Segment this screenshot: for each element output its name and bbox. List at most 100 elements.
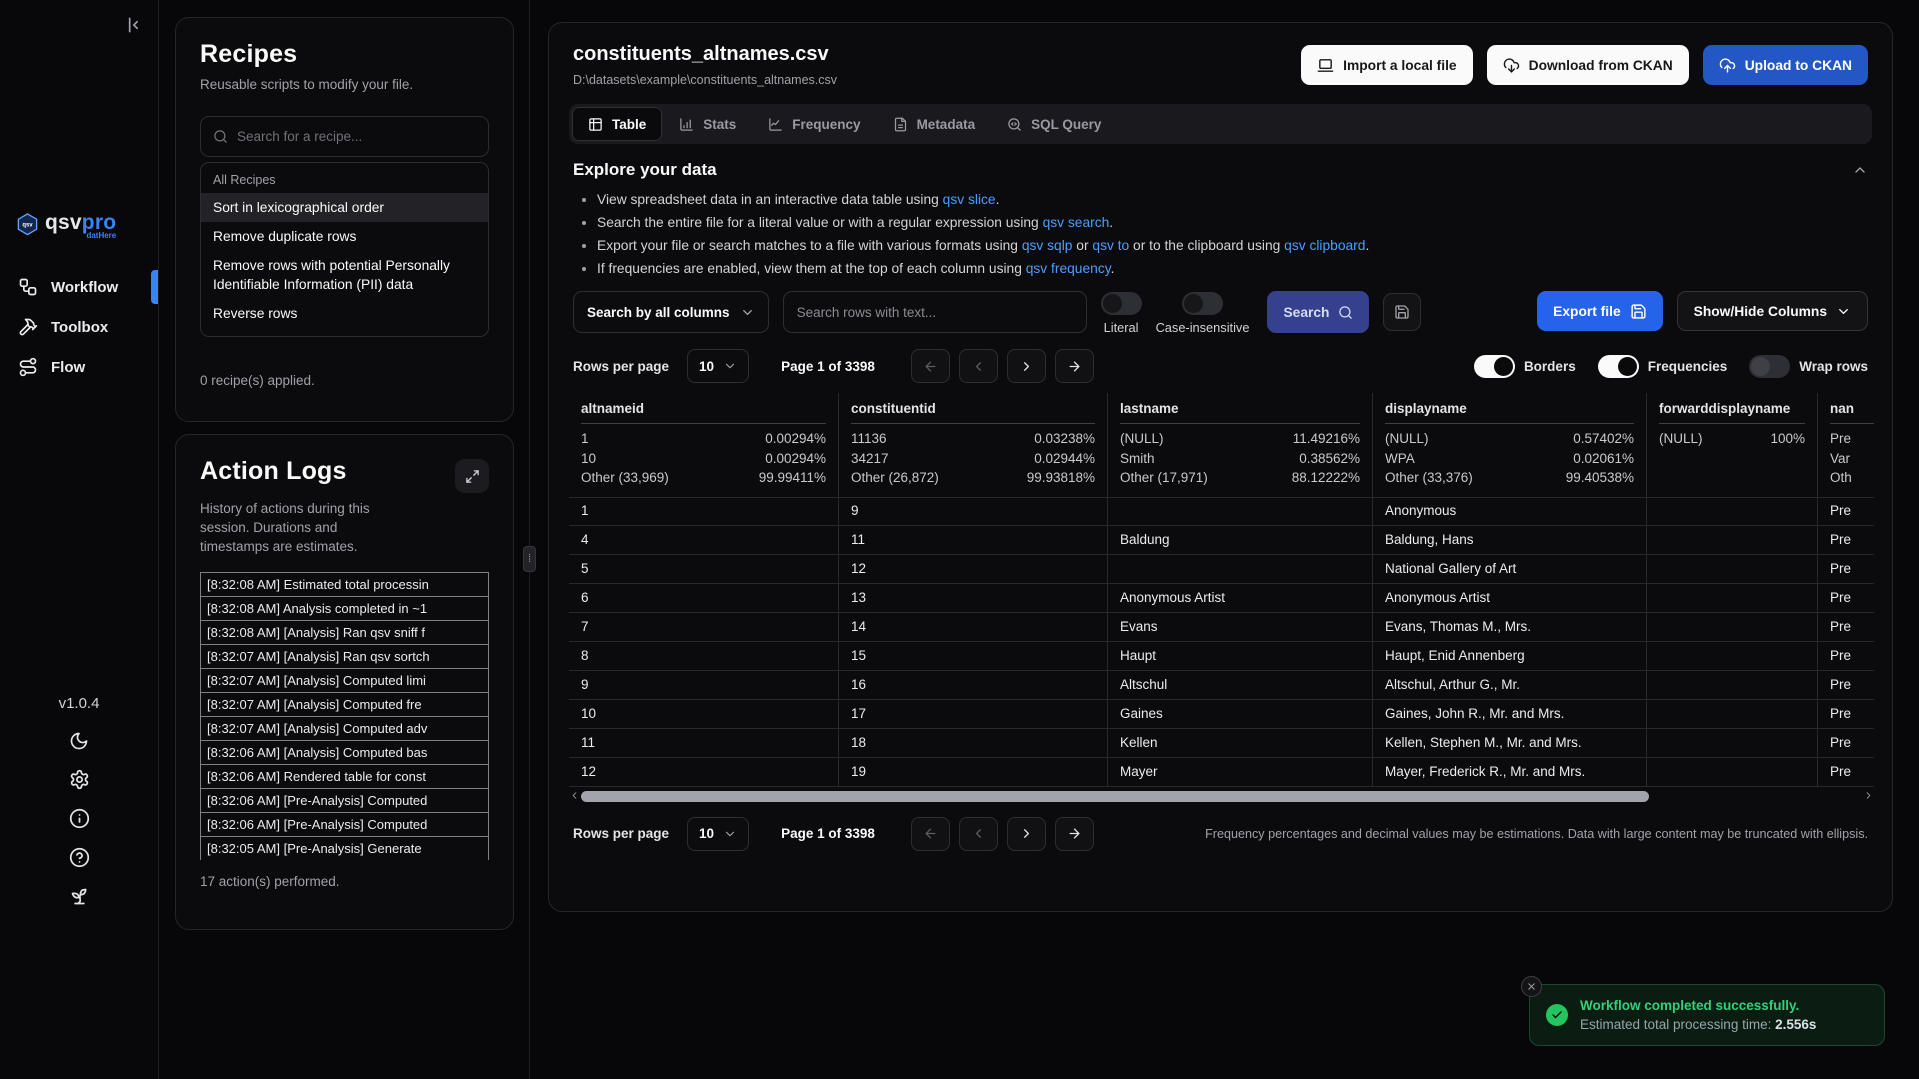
column-header-altnameid[interactable]: altnameid bbox=[569, 393, 839, 424]
recipe-search-input[interactable] bbox=[237, 129, 476, 144]
sprout-button[interactable] bbox=[69, 886, 90, 907]
panel-collapse-icon bbox=[123, 15, 143, 35]
sidebar-item-workflow[interactable]: Workflow bbox=[0, 267, 158, 307]
doc-link[interactable]: qsv slice bbox=[943, 192, 996, 207]
log-entry: [8:32:07 AM] [Analysis] Ran qsv sortch bbox=[200, 644, 489, 669]
rows-per-page-select[interactable]: 10 bbox=[687, 817, 749, 851]
export-file-button[interactable]: Export file bbox=[1537, 291, 1662, 331]
collapse-section-button[interactable] bbox=[1852, 162, 1868, 178]
rows-per-page-select[interactable]: 10 bbox=[687, 349, 749, 383]
table-row[interactable]: 815HauptHaupt, Enid AnnenbergPre bbox=[569, 642, 1874, 671]
tab-frequency[interactable]: Frequency bbox=[753, 107, 875, 141]
import-local-file-button[interactable]: Import a local file bbox=[1301, 45, 1472, 85]
sidebar-item-toolbox[interactable]: Toolbox bbox=[0, 307, 158, 347]
tab-sql-query[interactable]: SQL Query bbox=[992, 107, 1116, 141]
recipes-title: Recipes bbox=[200, 40, 489, 69]
explore-bullet: If frequencies are enabled, view them at… bbox=[597, 261, 1868, 277]
info-button[interactable] bbox=[69, 808, 90, 829]
toast-close-button[interactable] bbox=[1521, 976, 1542, 997]
laptop-icon bbox=[1317, 57, 1334, 74]
table-cell: Kellen bbox=[1108, 729, 1373, 757]
help-button[interactable] bbox=[69, 847, 90, 868]
table-cell bbox=[1108, 555, 1373, 583]
next-page-button[interactable] bbox=[1007, 817, 1046, 851]
gear-icon bbox=[69, 769, 90, 790]
upload-to-ckan-button[interactable]: Upload to CKAN bbox=[1703, 45, 1868, 85]
table-row[interactable]: 1017GainesGaines, John R., Mr. and Mrs.P… bbox=[569, 700, 1874, 729]
table-cell: Altschul, Arthur G., Mr. bbox=[1373, 671, 1647, 699]
scroll-right-icon[interactable] bbox=[1863, 790, 1874, 801]
search-column-select[interactable]: Search by all columns bbox=[573, 291, 769, 333]
table-row[interactable]: 1219MayerMayer, Frederick R., Mr. and Mr… bbox=[569, 758, 1874, 787]
literal-toggle[interactable] bbox=[1101, 292, 1142, 315]
first-page-button[interactable] bbox=[911, 349, 950, 383]
search-button[interactable]: Search bbox=[1267, 291, 1369, 333]
doc-link[interactable]: qsv clipboard bbox=[1284, 238, 1365, 253]
borders-toggle[interactable] bbox=[1474, 355, 1515, 378]
table-row[interactable]: 19AnonymousPre bbox=[569, 497, 1874, 526]
doc-link[interactable]: qsv frequency bbox=[1026, 261, 1111, 276]
tab-stats[interactable]: Stats bbox=[664, 107, 751, 141]
table-cell: Haupt bbox=[1108, 642, 1373, 670]
scroll-left-icon[interactable] bbox=[569, 790, 580, 801]
next-page-button[interactable] bbox=[1007, 349, 1046, 383]
chevdown-icon bbox=[723, 359, 737, 373]
column-header-lastname[interactable]: lastname bbox=[1108, 393, 1373, 424]
doc-link[interactable]: qsv sqlp bbox=[1022, 238, 1073, 253]
first-page-button[interactable] bbox=[911, 817, 950, 851]
recipe-item[interactable]: Reverse rows bbox=[201, 299, 488, 328]
recipe-item[interactable]: Sort in lexicographical order bbox=[201, 193, 488, 222]
help-icon bbox=[69, 847, 90, 868]
table-row[interactable]: 512National Gallery of ArtPre bbox=[569, 555, 1874, 584]
recipe-item[interactable]: Remove duplicate rows bbox=[201, 222, 488, 251]
column-header-displayname[interactable]: displayname bbox=[1373, 393, 1647, 424]
frequency-row: 10.00294%100.00294%Other (33,969)99.9941… bbox=[569, 424, 1874, 497]
show-hide-columns-button[interactable]: Show/Hide Columns bbox=[1677, 291, 1868, 331]
chevup-icon bbox=[1852, 162, 1868, 178]
table-icon bbox=[588, 117, 603, 132]
column-header-constituentid[interactable]: constituentid bbox=[839, 393, 1108, 424]
view-tabs: TableStatsFrequencyMetadataSQL Query bbox=[569, 104, 1872, 144]
tab-table[interactable]: Table bbox=[572, 107, 662, 141]
case-insensitive-toggle[interactable] bbox=[1182, 292, 1223, 315]
table-row[interactable]: 916AltschulAltschul, Arthur G., Mr.Pre bbox=[569, 671, 1874, 700]
tab-metadata[interactable]: Metadata bbox=[878, 107, 991, 141]
recipe-item[interactable]: Remove rows with potential Personally Id… bbox=[201, 251, 488, 299]
search-rows-input[interactable] bbox=[783, 291, 1087, 333]
prev-page-button[interactable] bbox=[959, 817, 998, 851]
chevdown-icon bbox=[1836, 304, 1851, 319]
doc-link[interactable]: qsv search bbox=[1043, 215, 1110, 230]
column-header-forwarddisplayname[interactable]: forwarddisplayname bbox=[1647, 393, 1818, 424]
table-cell: 11 bbox=[839, 526, 1108, 554]
scrollbar-thumb[interactable] bbox=[581, 791, 1649, 802]
table-cell: Baldung bbox=[1108, 526, 1373, 554]
column-header-nan[interactable]: nan bbox=[1818, 393, 1874, 424]
table-row[interactable]: 1118KellenKellen, Stephen M., Mr. and Mr… bbox=[569, 729, 1874, 758]
horizontal-scrollbar[interactable] bbox=[569, 790, 1874, 803]
collapse-sidebar-button[interactable] bbox=[120, 12, 146, 38]
theme-toggle-button[interactable] bbox=[69, 730, 89, 751]
table-row[interactable]: 714EvansEvans, Thomas M., Mrs.Pre bbox=[569, 613, 1874, 642]
table-row[interactable]: 411BaldungBaldung, HansPre bbox=[569, 526, 1874, 555]
doc-link[interactable]: qsv to bbox=[1092, 238, 1129, 253]
save-search-button[interactable] bbox=[1383, 293, 1421, 331]
download-from-ckan-button[interactable]: Download from CKAN bbox=[1487, 45, 1689, 85]
sidebar-item-flow[interactable]: Flow bbox=[0, 347, 158, 387]
frequencies-toggle[interactable] bbox=[1598, 355, 1639, 378]
table-cell: 14 bbox=[839, 613, 1108, 641]
settings-button[interactable] bbox=[69, 769, 90, 790]
prev-page-button[interactable] bbox=[959, 349, 998, 383]
table-cell: Pre bbox=[1818, 555, 1874, 583]
action-logs-panel: Action Logs History of actions during th… bbox=[175, 434, 514, 930]
recipes-panel: Recipes Reusable scripts to modify your … bbox=[175, 17, 514, 422]
table-cell: 7 bbox=[569, 613, 839, 641]
explore-bullet: Export your file or search matches to a … bbox=[597, 238, 1868, 254]
table-cell bbox=[1647, 758, 1818, 786]
recipe-search-box[interactable] bbox=[200, 116, 489, 157]
last-page-button[interactable] bbox=[1055, 349, 1094, 383]
expand-logs-button[interactable] bbox=[455, 459, 489, 493]
last-page-button[interactable] bbox=[1055, 817, 1094, 851]
grip-handle-icon[interactable]: ⁞ bbox=[523, 546, 536, 572]
table-row[interactable]: 613Anonymous ArtistAnonymous ArtistPre bbox=[569, 584, 1874, 613]
wrap-rows-toggle[interactable] bbox=[1749, 355, 1790, 378]
